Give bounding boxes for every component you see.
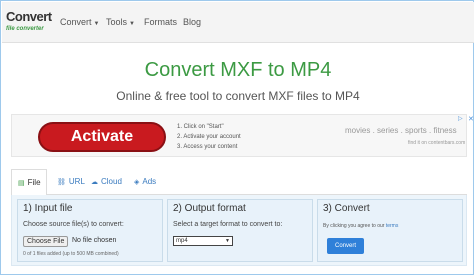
nav-blog-link[interactable]: Blog — [183, 17, 201, 27]
ad-source: find it on contentbars.com — [408, 140, 466, 146]
files-added-note: 0 of 1 files added (up to 500 MB combine… — [23, 251, 119, 257]
ad-tags: movies . series . sports . fitness — [345, 126, 457, 135]
format-selected-value: mp4 — [176, 238, 188, 244]
tab-cloud-label: Cloud — [101, 177, 122, 186]
nav-convert-menu[interactable]: Convert ▼ — [60, 17, 99, 27]
cloud-icon: ☁ — [91, 179, 98, 186]
caret-down-icon: ▼ — [129, 21, 135, 27]
tab-cloud[interactable]: ☁ Cloud — [91, 175, 122, 195]
step-instructions: Select a target format to convert to: — [173, 221, 283, 228]
caret-down-icon: ▼ — [93, 21, 100, 27]
converter-panel: 1) Input file Choose source file(s) to c… — [11, 195, 467, 266]
ad-step: 2. Activate your account — [177, 134, 241, 140]
nav-tools-menu[interactable]: Tools ▼ — [106, 17, 135, 27]
link-icon: ⛓ — [57, 179, 66, 186]
terms-notice: By clicking you agree to our terms — [323, 223, 398, 229]
tab-url-label: URL — [68, 177, 85, 186]
ad-close-icon[interactable]: ✕ — [468, 115, 474, 123]
files-of: of — [27, 251, 32, 257]
page-subtitle: Online & free tool to convert MXF files … — [116, 89, 360, 103]
step-output-format: 2) Output format Select a target format … — [167, 199, 313, 262]
tab-ads[interactable]: ◈ Ads — [134, 175, 156, 195]
files-total: 1 — [32, 251, 36, 257]
step-convert: 3) Convert By clicking you agree to our … — [317, 199, 463, 262]
page-title: Convert MXF to MP4 — [144, 59, 332, 81]
step-title: 2) Output format — [173, 203, 246, 214]
ad-info-icon[interactable]: ▷ — [458, 115, 463, 122]
ad-activate-button[interactable]: Activate — [38, 122, 166, 152]
ad-step: 1. Click on "Start" — [177, 124, 224, 130]
nav-convert-label: Convert — [60, 17, 92, 27]
tab-ads-label: Ads — [142, 177, 157, 186]
file-status: No file chosen — [72, 237, 117, 244]
tab-url[interactable]: ⛓ URL — [57, 175, 85, 195]
files-limit-text: files added (up to 500 MB combined) — [36, 251, 119, 257]
choose-file-button[interactable]: Choose File — [23, 236, 69, 247]
file-icon: ▤ — [18, 180, 25, 187]
logo-tagline: file converter — [6, 26, 44, 32]
tab-file[interactable]: ▤ File — [11, 169, 47, 196]
step-title: 3) Convert — [323, 203, 370, 214]
convert-button[interactable]: Convert — [327, 238, 364, 254]
ad-step: 3. Access your content — [177, 144, 238, 150]
ad-steps: 1. Click on "Start" 2. Activate your acc… — [177, 122, 241, 152]
logo-text: Convert — [6, 9, 52, 24]
step-title: 1) Input file — [23, 203, 73, 214]
format-select[interactable]: mp4 ▼ — [173, 236, 233, 246]
source-tabs: ▤ File ⛓ URL ☁ Cloud ◈ Ads — [11, 169, 467, 196]
files-count: 0 — [23, 251, 26, 257]
site-logo[interactable]: Convert file converter — [6, 9, 52, 37]
top-navbar: Convert file converter Convert ▼ Tools ▼ F… — [2, 2, 474, 43]
nav-formats-link[interactable]: Formats — [144, 17, 177, 27]
nav-tools-label: Tools — [106, 17, 128, 27]
terms-link[interactable]: terms — [386, 223, 399, 229]
page-frame: Convert file converter Convert ▼ Tools ▼ F… — [0, 0, 474, 275]
tab-file-label: File — [27, 178, 41, 187]
terms-prefix: By clicking you agree to our — [323, 223, 385, 229]
ads-icon: ◈ — [134, 179, 140, 186]
step-instructions: Choose source file(s) to convert: — [23, 221, 124, 228]
ad-banner[interactable]: Activate 1. Click on "Start" 2. Activate… — [11, 114, 474, 157]
chevron-down-icon: ▼ — [225, 238, 230, 244]
step-input-file: 1) Input file Choose source file(s) to c… — [17, 199, 163, 262]
